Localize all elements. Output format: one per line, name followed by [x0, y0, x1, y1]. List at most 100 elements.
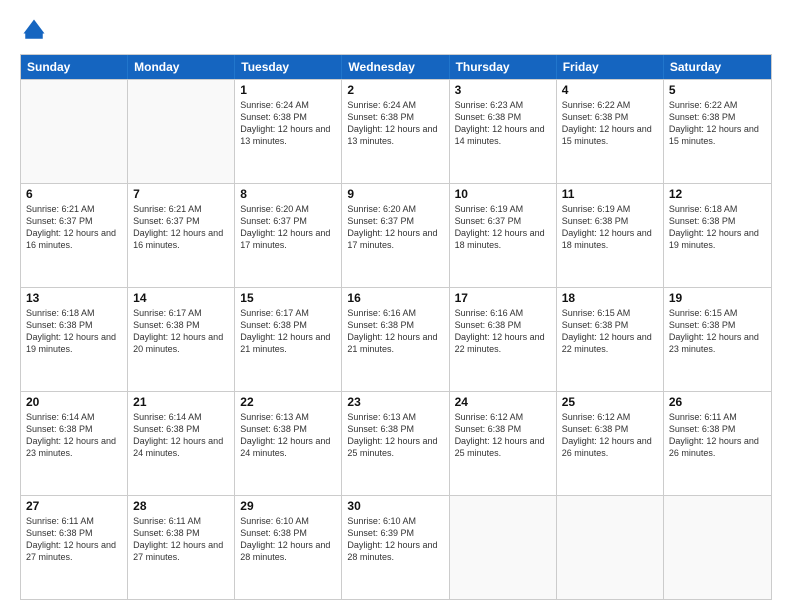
calendar-cell	[450, 496, 557, 599]
day-number: 30	[347, 499, 443, 513]
calendar-cell: 11 Sunrise: 6:19 AM Sunset: 6:38 PM Dayli…	[557, 184, 664, 287]
header	[20, 16, 772, 44]
cell-info: Sunrise: 6:17 AM Sunset: 6:38 PM Dayligh…	[133, 307, 229, 356]
calendar-week-1: 1 Sunrise: 6:24 AM Sunset: 6:38 PM Daylig…	[21, 79, 771, 183]
cell-info: Sunrise: 6:19 AM Sunset: 6:37 PM Dayligh…	[455, 203, 551, 252]
cell-info: Sunrise: 6:20 AM Sunset: 6:37 PM Dayligh…	[240, 203, 336, 252]
calendar-cell: 15Sunrise: 6:17 AM Sunset: 6:38 PM Dayli…	[235, 288, 342, 391]
cell-info: Sunrise: 6:12 AM Sunset: 6:38 PM Dayligh…	[455, 411, 551, 460]
calendar-cell: 18 Sunrise: 6:15 AM Sunset: 6:38 PM Dayli…	[557, 288, 664, 391]
cell-info: Sunrise: 6:20 AM Sunset: 6:37 PM Dayligh…	[347, 203, 443, 252]
cell-info: Sunrise: 6:13 AM Sunset: 6:38 PM Dayligh…	[347, 411, 443, 460]
day-number: 25	[562, 395, 658, 409]
day-number: 1	[240, 83, 336, 97]
day-number: 17	[455, 291, 551, 305]
calendar-cell: 3Sunrise: 6:23 AM Sunset: 6:38 PM Daylig…	[450, 80, 557, 183]
header-day-thursday: Thursday	[450, 55, 557, 79]
calendar: SundayMondayTuesdayWednesdayThursdayFrid…	[20, 54, 772, 600]
cell-info: Sunrise: 6:14 AM Sunset: 6:38 PM Dayligh…	[133, 411, 229, 460]
calendar-cell: 22Sunrise: 6:13 AM Sunset: 6:38 PM Dayli…	[235, 392, 342, 495]
header-day-wednesday: Wednesday	[342, 55, 449, 79]
calendar-cell: 29 Sunrise: 6:10 AM Sunset: 6:38 PM Dayli…	[235, 496, 342, 599]
cell-info: Sunrise: 6:22 AM Sunset: 6:38 PM Dayligh…	[669, 99, 766, 148]
calendar-cell: 4 Sunrise: 6:22 AM Sunset: 6:38 PM Daylig…	[557, 80, 664, 183]
calendar-cell	[664, 496, 771, 599]
day-number: 24	[455, 395, 551, 409]
day-number: 4	[562, 83, 658, 97]
cell-info: Sunrise: 6:18 AM Sunset: 6:38 PM Dayligh…	[26, 307, 122, 356]
calendar-cell: 10 Sunrise: 6:19 AM Sunset: 6:37 PM Dayli…	[450, 184, 557, 287]
cell-info: Sunrise: 6:18 AM Sunset: 6:38 PM Dayligh…	[669, 203, 766, 252]
calendar-cell: 21 Sunrise: 6:14 AM Sunset: 6:38 PM Dayli…	[128, 392, 235, 495]
cell-info: Sunrise: 6:16 AM Sunset: 6:38 PM Dayligh…	[347, 307, 443, 356]
cell-info: Sunrise: 6:23 AM Sunset: 6:38 PM Dayligh…	[455, 99, 551, 148]
calendar-cell: 30 Sunrise: 6:10 AM Sunset: 6:39 PM Dayli…	[342, 496, 449, 599]
day-number: 21	[133, 395, 229, 409]
cell-info: Sunrise: 6:11 AM Sunset: 6:38 PM Dayligh…	[26, 515, 122, 564]
calendar-cell: 24 Sunrise: 6:12 AM Sunset: 6:38 PM Dayli…	[450, 392, 557, 495]
day-number: 27	[26, 499, 122, 513]
logo	[20, 16, 52, 44]
calendar-cell: 12 Sunrise: 6:18 AM Sunset: 6:38 PM Dayli…	[664, 184, 771, 287]
calendar-cell: 19Sunrise: 6:15 AM Sunset: 6:38 PM Dayli…	[664, 288, 771, 391]
calendar-week-3: 13 Sunrise: 6:18 AM Sunset: 6:38 PM Dayli…	[21, 287, 771, 391]
day-number: 29	[240, 499, 336, 513]
day-number: 12	[669, 187, 766, 201]
day-number: 6	[26, 187, 122, 201]
calendar-cell: 14 Sunrise: 6:17 AM Sunset: 6:38 PM Dayli…	[128, 288, 235, 391]
calendar-header-row: SundayMondayTuesdayWednesdayThursdayFrid…	[21, 55, 771, 79]
header-day-friday: Friday	[557, 55, 664, 79]
cell-info: Sunrise: 6:11 AM Sunset: 6:38 PM Dayligh…	[133, 515, 229, 564]
cell-info: Sunrise: 6:15 AM Sunset: 6:38 PM Dayligh…	[562, 307, 658, 356]
calendar-cell: 2 Sunrise: 6:24 AM Sunset: 6:38 PM Daylig…	[342, 80, 449, 183]
cell-info: Sunrise: 6:22 AM Sunset: 6:38 PM Dayligh…	[562, 99, 658, 148]
cell-info: Sunrise: 6:21 AM Sunset: 6:37 PM Dayligh…	[133, 203, 229, 252]
calendar-cell	[128, 80, 235, 183]
cell-info: Sunrise: 6:10 AM Sunset: 6:39 PM Dayligh…	[347, 515, 443, 564]
calendar-cell: 26 Sunrise: 6:11 AM Sunset: 6:38 PM Dayli…	[664, 392, 771, 495]
day-number: 18	[562, 291, 658, 305]
calendar-cell: 27 Sunrise: 6:11 AM Sunset: 6:38 PM Dayli…	[21, 496, 128, 599]
calendar-cell: 9Sunrise: 6:20 AM Sunset: 6:37 PM Daylig…	[342, 184, 449, 287]
calendar-cell	[557, 496, 664, 599]
day-number: 2	[347, 83, 443, 97]
calendar-cell: 13 Sunrise: 6:18 AM Sunset: 6:38 PM Dayli…	[21, 288, 128, 391]
day-number: 16	[347, 291, 443, 305]
calendar-cell: 16 Sunrise: 6:16 AM Sunset: 6:38 PM Dayli…	[342, 288, 449, 391]
calendar-week-5: 27 Sunrise: 6:11 AM Sunset: 6:38 PM Dayli…	[21, 495, 771, 599]
day-number: 22	[240, 395, 336, 409]
day-number: 14	[133, 291, 229, 305]
header-day-sunday: Sunday	[21, 55, 128, 79]
day-number: 7	[133, 187, 229, 201]
cell-info: Sunrise: 6:16 AM Sunset: 6:38 PM Dayligh…	[455, 307, 551, 356]
cell-info: Sunrise: 6:19 AM Sunset: 6:38 PM Dayligh…	[562, 203, 658, 252]
day-number: 26	[669, 395, 766, 409]
calendar-cell: 5Sunrise: 6:22 AM Sunset: 6:38 PM Daylig…	[664, 80, 771, 183]
calendar-cell: 28 Sunrise: 6:11 AM Sunset: 6:38 PM Dayli…	[128, 496, 235, 599]
calendar-cell: 23 Sunrise: 6:13 AM Sunset: 6:38 PM Dayli…	[342, 392, 449, 495]
day-number: 11	[562, 187, 658, 201]
day-number: 13	[26, 291, 122, 305]
day-number: 20	[26, 395, 122, 409]
cell-info: Sunrise: 6:24 AM Sunset: 6:38 PM Dayligh…	[240, 99, 336, 148]
calendar-week-4: 20 Sunrise: 6:14 AM Sunset: 6:38 PM Dayli…	[21, 391, 771, 495]
day-number: 10	[455, 187, 551, 201]
cell-info: Sunrise: 6:12 AM Sunset: 6:38 PM Dayligh…	[562, 411, 658, 460]
day-number: 28	[133, 499, 229, 513]
day-number: 8	[240, 187, 336, 201]
header-day-monday: Monday	[128, 55, 235, 79]
cell-info: Sunrise: 6:11 AM Sunset: 6:38 PM Dayligh…	[669, 411, 766, 460]
day-number: 23	[347, 395, 443, 409]
page: SundayMondayTuesdayWednesdayThursdayFrid…	[0, 0, 792, 612]
cell-info: Sunrise: 6:14 AM Sunset: 6:38 PM Dayligh…	[26, 411, 122, 460]
calendar-body: 1 Sunrise: 6:24 AM Sunset: 6:38 PM Daylig…	[21, 79, 771, 599]
calendar-cell	[21, 80, 128, 183]
cell-info: Sunrise: 6:24 AM Sunset: 6:38 PM Dayligh…	[347, 99, 443, 148]
cell-info: Sunrise: 6:10 AM Sunset: 6:38 PM Dayligh…	[240, 515, 336, 564]
logo-icon	[20, 16, 48, 44]
day-number: 15	[240, 291, 336, 305]
header-day-tuesday: Tuesday	[235, 55, 342, 79]
calendar-cell: 20 Sunrise: 6:14 AM Sunset: 6:38 PM Dayli…	[21, 392, 128, 495]
calendar-cell: 1 Sunrise: 6:24 AM Sunset: 6:38 PM Daylig…	[235, 80, 342, 183]
calendar-cell: 25 Sunrise: 6:12 AM Sunset: 6:38 PM Dayli…	[557, 392, 664, 495]
